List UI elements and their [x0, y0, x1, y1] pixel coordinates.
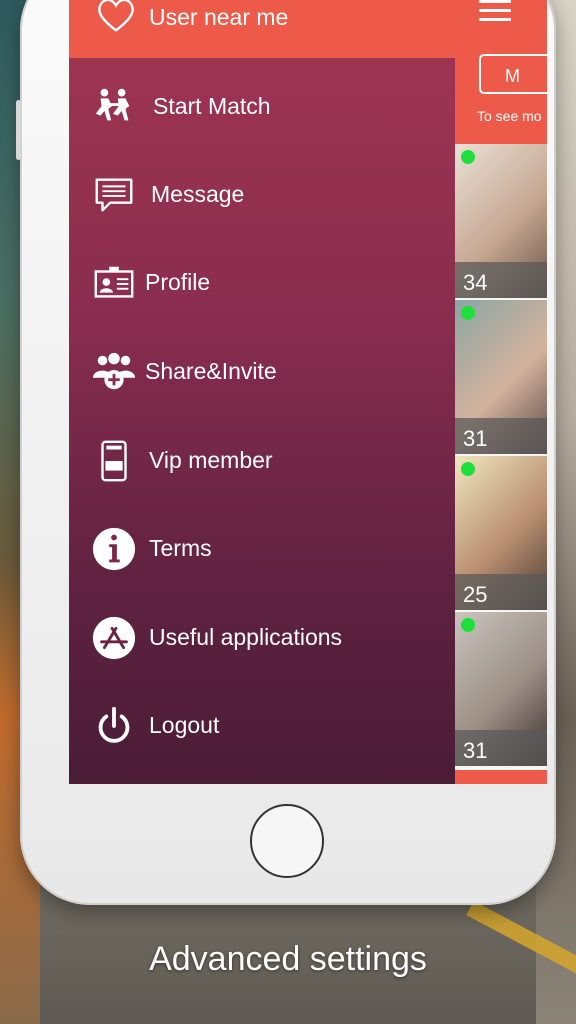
main-content: M To see mo 34 31 25 31	[455, 0, 547, 784]
menu-item-label: Logout	[149, 712, 220, 738]
phone-screen: User near me Start Match Message Profile…	[69, 0, 547, 784]
power-icon	[98, 706, 130, 743]
phone-side-button	[16, 100, 21, 160]
menu-item-share-invite[interactable]: Share&Invite	[69, 339, 455, 399]
side-menu: User near me Start Match Message Profile…	[69, 0, 455, 784]
user-age: 34	[463, 270, 488, 295]
online-indicator	[461, 618, 475, 632]
online-indicator	[461, 150, 475, 164]
online-indicator	[461, 462, 475, 476]
user-card[interactable]: 34	[455, 144, 547, 298]
menu-item-label: Message	[151, 181, 245, 207]
menu-header-user-near-me[interactable]: User near me	[69, 0, 455, 58]
id-card-icon	[94, 266, 134, 298]
menu-item-terms[interactable]: Terms	[69, 516, 455, 576]
menu-item-message[interactable]: Message	[69, 162, 455, 222]
menu-item-label: Profile	[145, 269, 211, 295]
menu-item-label: Terms	[149, 535, 212, 561]
home-button[interactable]	[250, 804, 324, 878]
info-icon	[92, 527, 136, 571]
filter-button[interactable]: M	[479, 54, 547, 94]
top-bar	[455, 0, 547, 34]
hamburger-menu-icon[interactable]	[479, 0, 511, 21]
menu-item-label: Start Match	[153, 93, 271, 119]
menu-item-profile[interactable]: Profile	[69, 250, 455, 310]
user-age: 31	[463, 426, 488, 451]
menu-item-logout[interactable]: Logout	[69, 693, 455, 753]
filter-bar: M To see mo	[455, 34, 547, 144]
user-card[interactable]: 31	[455, 612, 547, 766]
vip-card-icon	[101, 440, 127, 482]
hint-text: To see mo	[477, 108, 542, 124]
menu-item-label: Vip member	[149, 447, 273, 473]
heart-icon	[98, 0, 134, 32]
caption: Advanced settings	[149, 940, 427, 978]
user-age: 31	[463, 738, 488, 763]
bottom-accent-bar	[455, 770, 547, 784]
user-age: 25	[463, 582, 488, 607]
menu-item-label: Share&Invite	[145, 358, 277, 384]
menu-item-label: Useful applications	[149, 624, 343, 650]
user-card[interactable]: 25	[455, 456, 547, 610]
app-store-icon	[92, 616, 136, 660]
user-card[interactable]: 31	[455, 300, 547, 454]
online-indicator	[461, 306, 475, 320]
menu-item-start-match[interactable]: Start Match	[69, 74, 455, 134]
menu-header-label: User near me	[149, 4, 289, 30]
message-icon	[95, 178, 133, 212]
phone-frame: User near me Start Match Message Profile…	[16, 0, 556, 905]
menu-item-vip-member[interactable]: Vip member	[69, 428, 455, 488]
group-add-icon	[92, 352, 136, 390]
menu-item-useful-applications[interactable]: Useful applications	[69, 605, 455, 665]
running-people-icon	[95, 88, 130, 121]
